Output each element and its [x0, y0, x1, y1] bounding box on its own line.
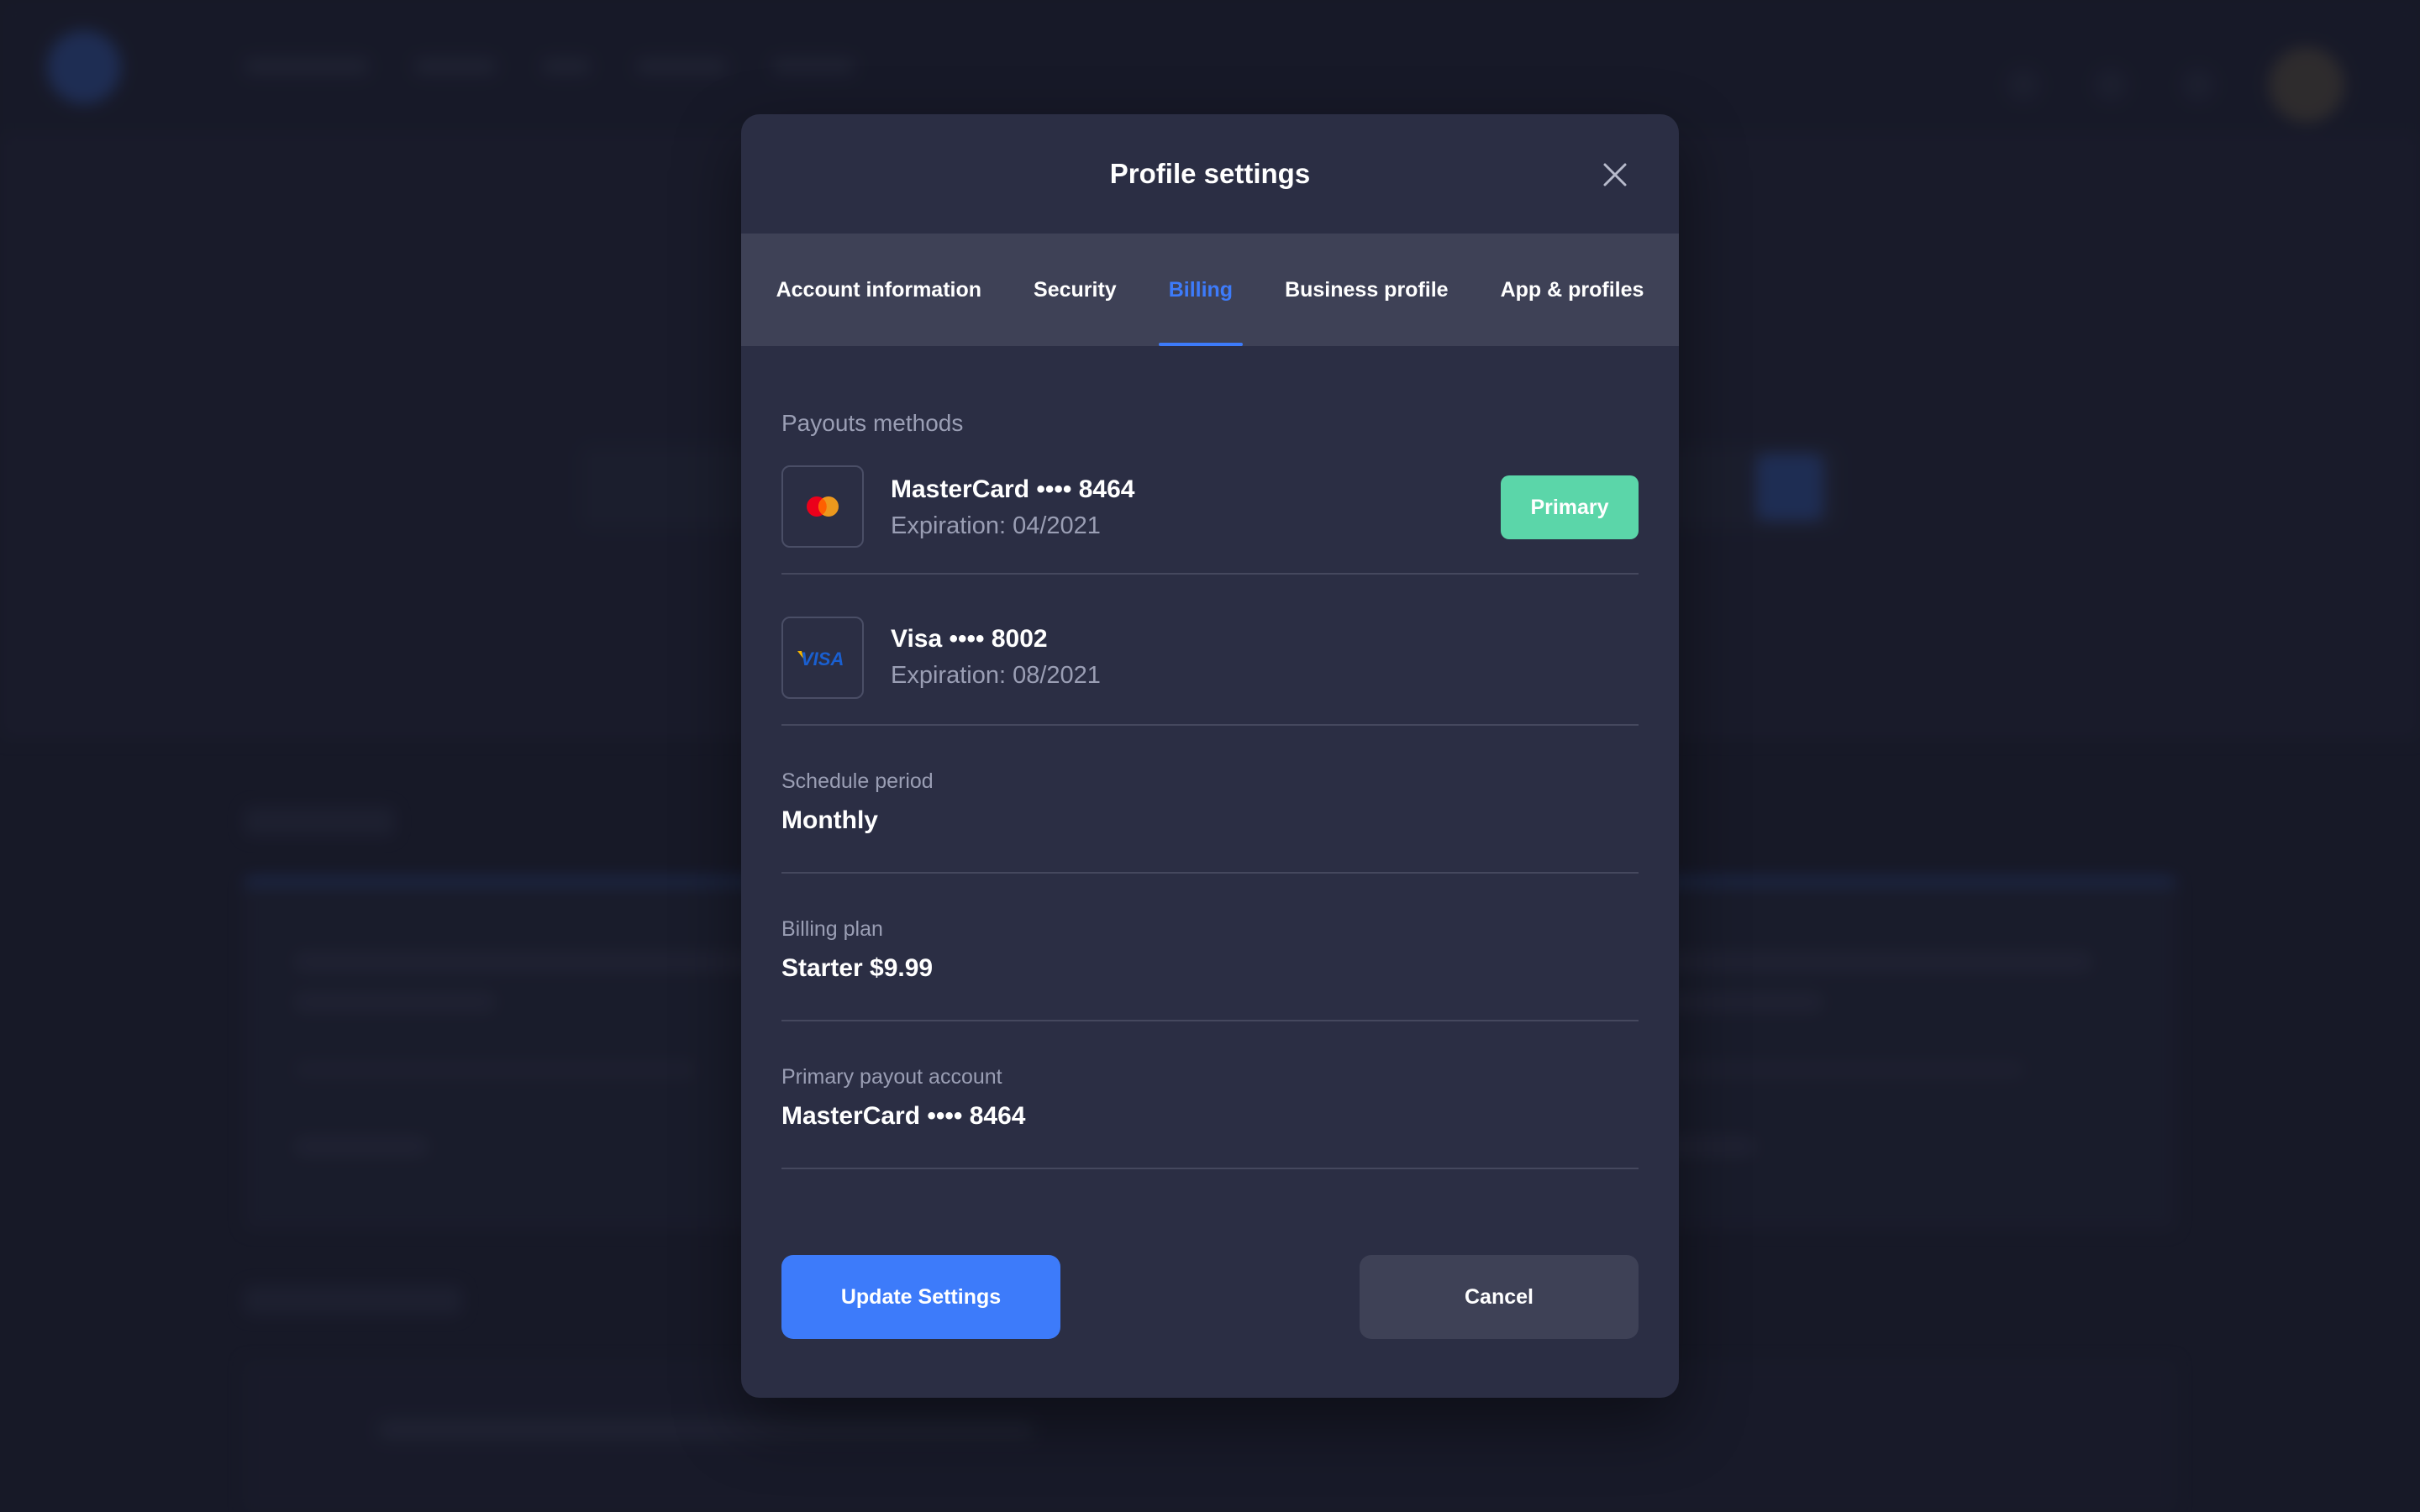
- billing-plan-field[interactable]: Billing plan Starter $9.99: [781, 874, 1639, 1021]
- primary-badge: Primary: [1501, 475, 1639, 539]
- primary-payout-account-field[interactable]: Primary payout account MasterCard •••• 8…: [781, 1021, 1639, 1169]
- field-label: Billing plan: [781, 917, 883, 941]
- field-label: Primary payout account: [781, 1065, 1002, 1089]
- close-button[interactable]: [1597, 156, 1634, 193]
- modal-header: Profile settings: [741, 114, 1679, 234]
- update-settings-button[interactable]: Update Settings: [781, 1255, 1060, 1339]
- billing-content: Payouts methods MasterCard •••• 8464 Exp…: [741, 410, 1679, 1396]
- profile-settings-modal: Profile settings Account information Sec…: [741, 114, 1679, 1398]
- cancel-button[interactable]: Cancel: [1360, 1255, 1639, 1339]
- tab-app-profiles[interactable]: App & profiles: [1501, 234, 1644, 346]
- card-name: MasterCard •••• 8464: [891, 475, 1135, 503]
- modal-actions: Update Settings Cancel: [781, 1169, 1639, 1396]
- payout-method-visa[interactable]: VISA Visa •••• 8002 Expiration: 08/2021: [781, 575, 1639, 726]
- field-label: Schedule period: [781, 769, 934, 793]
- settings-tabs: Account information Security Billing Bus…: [741, 234, 1679, 346]
- field-value: Monthly: [781, 806, 878, 834]
- visa-icon: VISA: [781, 617, 864, 699]
- schedule-period-field[interactable]: Schedule period Monthly: [781, 726, 1639, 874]
- card-expiration: Expiration: 08/2021: [891, 662, 1101, 689]
- tab-business-profile[interactable]: Business profile: [1285, 234, 1449, 346]
- field-value: MasterCard •••• 8464: [781, 1102, 1026, 1130]
- visa-logo-text: VISA: [801, 648, 844, 669]
- field-value: Starter $9.99: [781, 954, 934, 982]
- card-name: Visa •••• 8002: [891, 625, 1048, 653]
- payout-methods-title: Payouts methods: [781, 410, 964, 436]
- card-expiration: Expiration: 04/2021: [891, 512, 1101, 539]
- mastercard-icon: [781, 465, 864, 548]
- close-icon: [1603, 163, 1627, 186]
- modal-title: Profile settings: [1109, 158, 1311, 189]
- tab-billing[interactable]: Billing: [1158, 234, 1244, 346]
- payout-method-mastercard[interactable]: MasterCard •••• 8464 Expiration: 04/2021…: [781, 465, 1639, 575]
- tab-account-information[interactable]: Account information: [776, 234, 981, 346]
- tab-security[interactable]: Security: [1034, 234, 1117, 346]
